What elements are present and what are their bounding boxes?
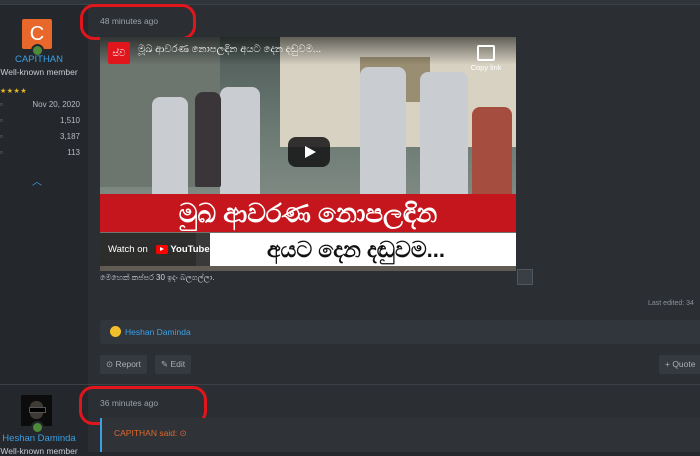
video-banner-top: මුඛ ආවරණ නොපලඳින xyxy=(100,194,516,232)
scene-person xyxy=(152,97,188,197)
quote-attribution-link[interactable]: CAPITHAN said: ⊙ xyxy=(114,428,187,439)
scene-person xyxy=(360,67,406,197)
calendar-icon: ▫ xyxy=(0,100,3,109)
report-button[interactable]: ⊙ Report xyxy=(100,355,147,374)
video-title[interactable]: මූඛ ආවරණ නොපලඳින අයට දෙන දඬුවම... xyxy=(138,44,321,55)
user-title: Well-known member xyxy=(0,67,78,77)
copy-link-label: Copy link xyxy=(470,63,502,72)
wow-emoji-icon xyxy=(110,326,121,337)
reactions-bar[interactable]: Heshan Daminda xyxy=(100,320,700,344)
username-link[interactable]: CAPITHAN xyxy=(0,54,78,65)
stat-points-value: 113 xyxy=(67,148,80,157)
username-link[interactable]: Heshan Daminda xyxy=(0,433,78,444)
messages-icon: ▫ xyxy=(0,116,3,125)
stat-messages-value: 1,510 xyxy=(59,116,80,125)
collapse-chevron-icon[interactable]: ︿ xyxy=(32,173,42,188)
post-1-user-column: C CAPITHAN Well-known member ★★★★ ▫ Nov … xyxy=(0,5,80,384)
scene-person xyxy=(472,107,512,197)
watch-on-label: Watch on xyxy=(108,244,148,255)
reaction-user-link[interactable]: Heshan Daminda xyxy=(125,327,191,337)
quote-button[interactable]: + Quote xyxy=(659,355,700,374)
youtube-play-icon xyxy=(156,244,169,254)
video-banner-bottom: අයට දෙන දඬුවම... xyxy=(196,233,516,266)
stat-joined-value: Nov 20, 2020 xyxy=(32,100,80,109)
highlight-ring-1 xyxy=(80,4,196,40)
copy-link-button[interactable]: Copy link xyxy=(470,45,502,72)
watch-on-youtube-button[interactable]: Watch on YouTube xyxy=(100,233,210,266)
scene-person xyxy=(195,92,221,187)
stat-reactions-value: 3,187 xyxy=(59,132,80,141)
media-icon[interactable] xyxy=(517,269,533,285)
play-icon[interactable] xyxy=(288,137,330,167)
copy-icon xyxy=(477,45,495,61)
edit-button[interactable]: ✎ Edit xyxy=(155,355,192,374)
youtube-logo: YouTube xyxy=(156,233,210,266)
youtube-embed[interactable]: ස්‍ව මූඛ ආවරණ නොපලඳින අයට දෙන දඬුවම... C… xyxy=(100,37,516,271)
avatar-glasses xyxy=(29,407,46,413)
rating-stars-icon: ★★★★ xyxy=(0,88,28,95)
thumbs-up-icon: ▫ xyxy=(0,132,3,141)
scene-person xyxy=(420,72,468,197)
user-title: Well-known member xyxy=(0,446,78,456)
trophy-icon: ▫ xyxy=(0,148,3,157)
quote-block: CAPITHAN said: ⊙ xyxy=(100,418,700,452)
post-1-caption: මෙහෙක් කප්පර 30 ඉදං බලගල්ලා. xyxy=(100,273,215,282)
last-edited: Last edited: 34 xyxy=(648,300,694,307)
scene-person xyxy=(220,87,260,197)
channel-logo[interactable]: ස්‍ව xyxy=(108,42,130,64)
